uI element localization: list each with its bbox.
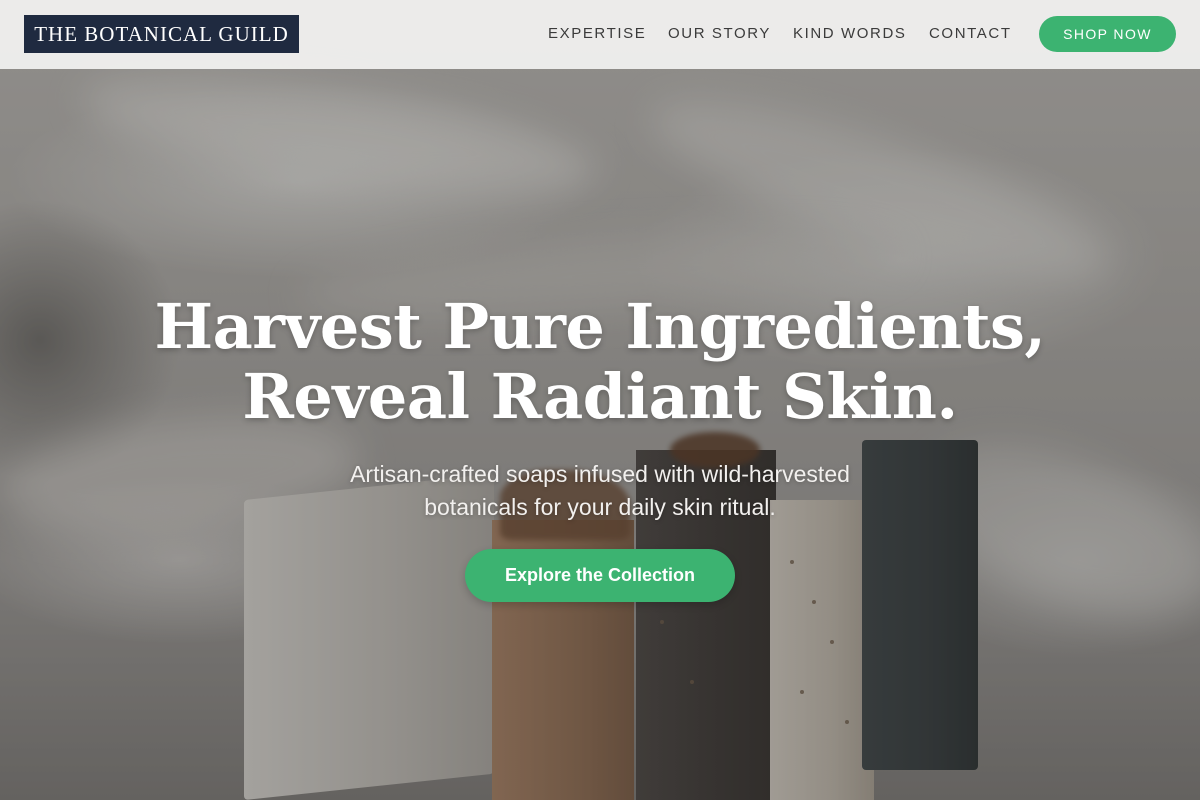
nav-link-expertise[interactable]: EXPERTISE (548, 25, 646, 42)
hero-title-line-2: Reveal Radiant Skin. (242, 360, 958, 433)
hero-title: Harvest Pure Ingredients, Reveal Radiant… (100, 292, 1100, 432)
shop-now-button[interactable]: SHOP NOW (1039, 16, 1176, 52)
hero-subtitle: Artisan-crafted soaps infused with wild-… (250, 458, 950, 524)
hero-subtitle-line-1: Artisan-crafted soaps infused with wild-… (350, 461, 850, 487)
nav-link-kind-words[interactable]: KIND WORDS (793, 25, 907, 42)
brand-logo[interactable]: THE BOTANICAL GUILD (24, 15, 299, 53)
hero-subtitle-line-2: botanicals for your daily skin ritual. (424, 494, 776, 520)
nav-link-contact[interactable]: CONTACT (929, 25, 1012, 42)
hero-title-line-1: Harvest Pure Ingredients, (154, 290, 1046, 363)
explore-collection-button[interactable]: Explore the Collection (465, 549, 735, 602)
site-header: THE BOTANICAL GUILD EXPERTISE OUR STORY … (0, 0, 1200, 69)
nav-link-our-story[interactable]: OUR STORY (668, 25, 771, 42)
